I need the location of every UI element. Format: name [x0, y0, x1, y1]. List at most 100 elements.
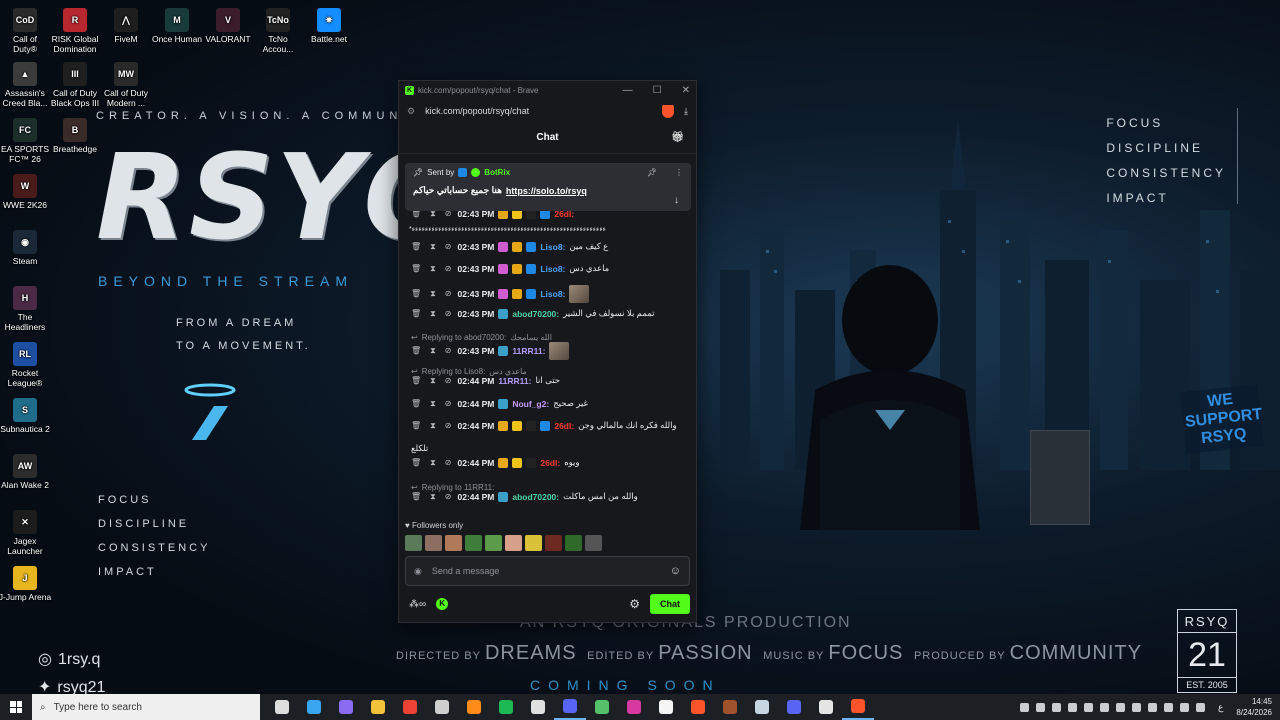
ban-icon[interactable]: ⊘: [445, 309, 452, 319]
taskbar-search[interactable]: ⌕ Type here to search: [32, 694, 260, 720]
timeout-icon[interactable]: ⧗: [430, 492, 436, 502]
delete-icon[interactable]: 🗑︎: [411, 376, 421, 386]
desktop-icon[interactable]: FC EA SPORTS FC™ 26: [0, 118, 53, 164]
chat-message[interactable]: 🗑︎ ⧗ ⊘ 02:43 PM Liso8:: [411, 285, 688, 303]
tray-icon[interactable]: [1052, 702, 1062, 712]
chat-message[interactable]: 🗑︎ ⧗ ⊘ 02:43 PM 11RR11:: [411, 342, 688, 360]
taskbar-app-button[interactable]: [554, 694, 586, 720]
brave-popout-window[interactable]: K kick.com/popout/rsyq/chat - Brave — ☐ …: [398, 80, 697, 623]
delete-icon[interactable]: 🗑︎: [411, 309, 421, 319]
message-placeholder[interactable]: Send a message: [432, 566, 500, 576]
message-username[interactable]: Liso8:: [540, 289, 565, 299]
chat-message[interactable]: 🗑︎ ⧗ ⊘ 02:44 PM 11RR11: حتى انا: [411, 375, 688, 386]
ban-icon[interactable]: ⊘: [445, 421, 452, 431]
desktop-icon[interactable]: ✕ Jagex Launcher: [0, 510, 53, 556]
brave-shield-icon[interactable]: [662, 104, 675, 118]
desktop-icon[interactable]: J J-Jump Arena: [0, 566, 53, 602]
message-username[interactable]: abod70200:: [512, 492, 559, 502]
tray-icon[interactable]: [1148, 702, 1158, 712]
emote-shortcut[interactable]: [465, 535, 482, 551]
emote-shortcut[interactable]: [585, 535, 602, 551]
input-language[interactable]: ع: [1218, 702, 1223, 713]
emote-shortcut[interactable]: [565, 535, 582, 551]
emote-shortcut[interactable]: [445, 535, 462, 551]
emote-shortcut[interactable]: [425, 535, 442, 551]
channel-points-icon[interactable]: ⁂∞: [409, 599, 426, 610]
send-chat-button[interactable]: Chat: [650, 594, 690, 614]
emote-shortcut[interactable]: [505, 535, 522, 551]
timeout-icon[interactable]: ⧗: [430, 309, 436, 319]
tray-icon[interactable]: [1100, 702, 1110, 712]
chat-message[interactable]: 🗑︎ ⧗ ⊘ 02:43 PM Liso8: ماعدي دس: [411, 263, 688, 274]
chat-message[interactable]: 🗑︎ ⧗ ⊘ 02:44 PM 26dl: ويوه: [411, 457, 688, 468]
taskbar-app-button[interactable]: [650, 694, 682, 720]
emoji-picker-icon[interactable]: ☺: [670, 565, 681, 577]
message-username[interactable]: Liso8:: [540, 264, 565, 274]
tray-icon[interactable]: [1116, 702, 1126, 712]
ban-icon[interactable]: ⊘: [445, 264, 452, 274]
desktop-icon[interactable]: ▲ Assassin's Creed Bla...: [0, 62, 53, 108]
close-button[interactable]: ✕: [682, 85, 690, 96]
timeout-icon[interactable]: ⧗: [430, 376, 436, 386]
site-settings-icon[interactable]: ⚙: [407, 106, 415, 117]
settings-gear-icon[interactable]: ⚙: [629, 597, 640, 611]
gift-icon[interactable]: 🎁︎: [671, 132, 684, 143]
emote-quickbar[interactable]: [405, 535, 602, 551]
taskbar-app-button[interactable]: [362, 694, 394, 720]
chat-message[interactable]: 🗑︎ ⧗ ⊘ 02:44 PM 26dl: والله فكره انك مالمالي …: [411, 420, 688, 431]
delete-icon[interactable]: 🗑︎: [411, 458, 421, 468]
message-username[interactable]: abod70200:: [512, 309, 559, 319]
delete-icon[interactable]: 🗑︎: [411, 399, 421, 409]
taskbar-app-button[interactable]: [522, 694, 554, 720]
taskbar-app-button[interactable]: [490, 694, 522, 720]
ban-icon[interactable]: ⊘: [445, 346, 452, 356]
desktop-icon[interactable]: CoD Call of Duty®: [0, 8, 53, 54]
ban-icon[interactable]: ⊘: [445, 376, 452, 386]
taskbar-app-button[interactable]: [618, 694, 650, 720]
desktop-icon[interactable]: ◉ Steam: [0, 230, 53, 266]
desktop-icon[interactable]: MW Call of Duty Modern ...: [98, 62, 154, 108]
delete-icon[interactable]: 🗑︎: [411, 289, 421, 299]
tray-icon[interactable]: [1132, 702, 1142, 712]
desktop-icon[interactable]: H The Headliners: [0, 286, 53, 332]
desktop-icon[interactable]: R RISK Global Domination: [47, 8, 103, 54]
ban-icon[interactable]: ⊘: [445, 289, 452, 299]
search-placeholder[interactable]: Type here to search: [54, 702, 142, 713]
maximize-button[interactable]: ☐: [653, 85, 662, 96]
desktop-icon[interactable]: ⋀ FiveM: [98, 8, 154, 44]
tray-icon[interactable]: [1164, 702, 1174, 712]
desktop-icon[interactable]: V VALORANT: [200, 8, 256, 44]
taskbar-app-button[interactable]: [426, 694, 458, 720]
chat-message[interactable]: 🗑︎ ⧗ ⊘ 02:43 PM abod70200: تممم بلا نسولف في …: [411, 308, 688, 319]
ban-icon[interactable]: ⊘: [445, 492, 452, 502]
message-username[interactable]: Nouf_g2:: [512, 399, 549, 409]
tray-icon[interactable]: [1068, 702, 1078, 712]
delete-icon[interactable]: 🗑︎: [411, 346, 421, 356]
taskbar-app-button[interactable]: [810, 694, 842, 720]
kick-logo-icon[interactable]: K: [436, 598, 449, 610]
delete-icon[interactable]: 🗑︎: [411, 264, 421, 274]
timeout-icon[interactable]: ⧗: [430, 421, 436, 431]
start-button[interactable]: [0, 701, 32, 713]
address-bar[interactable]: ⚙ kick.com/popout/rsyq/chat ⤓: [399, 100, 696, 122]
desktop-icon[interactable]: S Subnautica 2: [0, 398, 53, 434]
timeout-icon[interactable]: ⧗: [430, 242, 436, 252]
taskbar-clock[interactable]: 14:45 8/24/2026: [1236, 696, 1272, 718]
tray-icon[interactable]: [1020, 702, 1030, 712]
desktop-icon[interactable]: ✷ Battle.net: [301, 8, 357, 44]
message-username[interactable]: 26dl:: [554, 421, 574, 431]
download-icon[interactable]: ⤓: [684, 106, 688, 117]
desktop-icon[interactable]: III Call of Duty Black Ops III: [47, 62, 103, 108]
message-username[interactable]: 26dl:: [540, 458, 560, 468]
delete-icon[interactable]: 🗑︎: [411, 242, 421, 252]
message-username[interactable]: 11RR11:: [498, 376, 531, 386]
delete-icon[interactable]: 🗑︎: [411, 421, 421, 431]
delete-icon[interactable]: 🗑︎: [411, 492, 421, 502]
wifi-icon[interactable]: [1180, 702, 1190, 712]
ban-icon[interactable]: ⊘: [445, 242, 452, 252]
taskbar-app-button[interactable]: [298, 694, 330, 720]
timeout-icon[interactable]: ⧗: [430, 346, 436, 356]
timeout-icon[interactable]: ⧗: [430, 399, 436, 409]
desktop-icon[interactable]: RL Rocket League®: [0, 342, 53, 388]
taskbar-app-button[interactable]: [586, 694, 618, 720]
